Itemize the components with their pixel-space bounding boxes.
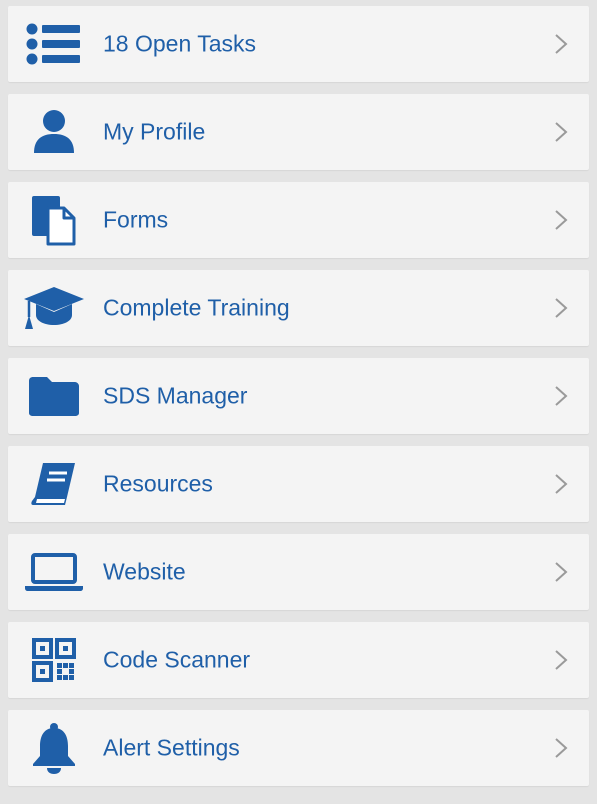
book-icon — [20, 456, 88, 512]
bell-icon — [20, 720, 88, 776]
menu-item-label: Complete Training — [103, 294, 290, 321]
menu-item-complete-training[interactable]: Complete Training — [8, 270, 589, 346]
user-icon — [20, 104, 88, 160]
menu-item-website[interactable]: Website — [8, 534, 589, 610]
menu-item-label: Code Scanner — [103, 646, 251, 673]
main-menu: 18 Open Tasks My Profile Forms Complete … — [8, 6, 589, 798]
chevron-right-icon — [555, 738, 568, 758]
chevron-right-icon — [555, 210, 568, 230]
menu-item-label: 18 Open Tasks — [103, 30, 257, 57]
menu-item-open-tasks[interactable]: 18 Open Tasks — [8, 6, 589, 82]
menu-item-resources[interactable]: Resources — [8, 446, 589, 522]
menu-item-my-profile[interactable]: My Profile — [8, 94, 589, 170]
chevron-right-icon — [555, 122, 568, 142]
laptop-icon — [20, 544, 88, 600]
menu-item-sds-manager[interactable]: SDS Manager — [8, 358, 589, 434]
list-icon — [20, 16, 88, 72]
menu-item-label: Forms — [103, 206, 169, 233]
menu-item-alert-settings[interactable]: Alert Settings — [8, 710, 589, 786]
menu-item-label: Website — [103, 558, 186, 585]
chevron-right-icon — [555, 562, 568, 582]
chevron-right-icon — [555, 650, 568, 670]
chevron-right-icon — [555, 386, 568, 406]
folder-icon — [20, 368, 88, 424]
chevron-right-icon — [555, 298, 568, 318]
menu-item-label: SDS Manager — [103, 382, 248, 409]
menu-item-code-scanner[interactable]: Code Scanner — [8, 622, 589, 698]
chevron-right-icon — [555, 34, 568, 54]
menu-item-label: My Profile — [103, 118, 206, 145]
chevron-right-icon — [555, 474, 568, 494]
graduation-cap-icon — [20, 280, 88, 336]
documents-icon — [20, 192, 88, 248]
menu-item-label: Resources — [103, 470, 213, 497]
qr-code-icon — [20, 632, 88, 688]
menu-item-label: Alert Settings — [103, 734, 240, 761]
menu-item-forms[interactable]: Forms — [8, 182, 589, 258]
